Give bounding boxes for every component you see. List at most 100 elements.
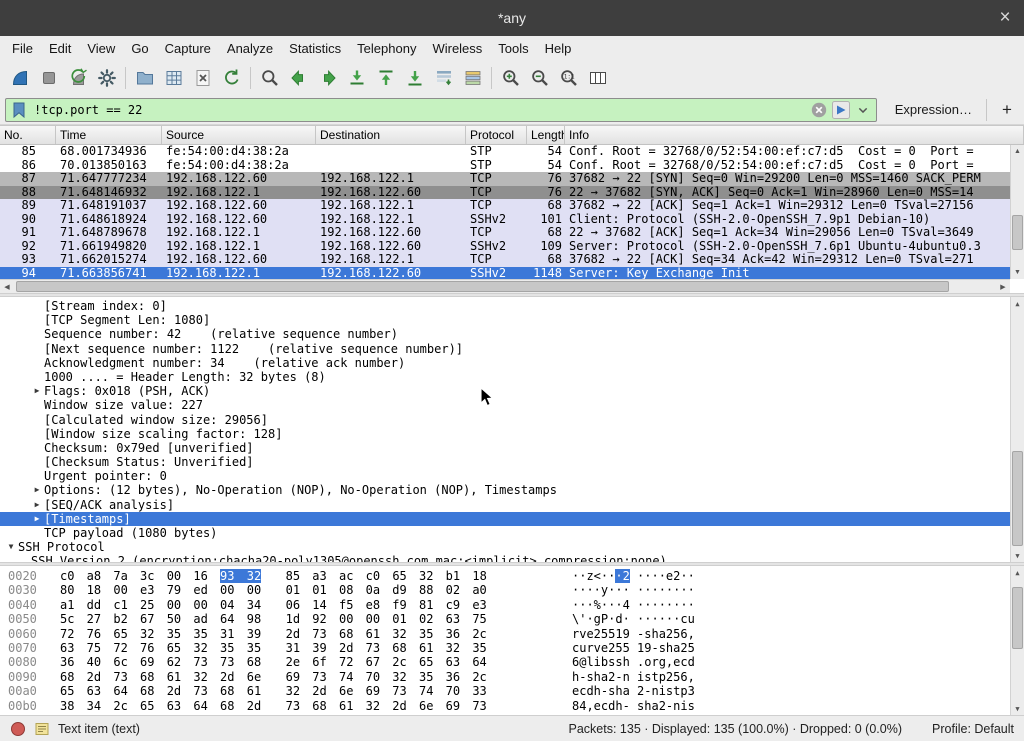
hex-row[interactable]: 006072 76 65 32 35 35 31 39 2d 73 68 61 …	[8, 627, 1010, 641]
hex-row[interactable]: 00b038 34 2c 65 63 64 68 2d 73 68 61 32 …	[8, 699, 1010, 713]
detail-line[interactable]: Urgent pointer: 0	[0, 469, 1010, 483]
column-header-destination[interactable]: Destination	[316, 126, 466, 144]
packet-row[interactable]: 9471.663856741192.168.122.1192.168.122.6…	[0, 267, 1010, 280]
colorize-packets-button[interactable]	[458, 64, 487, 93]
column-header-info[interactable]: Info	[565, 126, 1024, 144]
scroll-right-icon[interactable]: ▶	[996, 280, 1010, 293]
scroll-down-icon[interactable]: ▼	[1011, 549, 1024, 562]
packet-row[interactable]: 8670.013850163fe:54:00:d4:38:2aSTP54Conf…	[0, 159, 1010, 173]
detail-line[interactable]: ▶[SEQ/ACK analysis]	[0, 498, 1010, 512]
filter-dropdown-button[interactable]	[852, 99, 874, 121]
detail-line[interactable]: Window size value: 227	[0, 398, 1010, 412]
menu-tools[interactable]: Tools	[490, 38, 536, 59]
expert-info-icon[interactable]	[10, 721, 26, 737]
menu-statistics[interactable]: Statistics	[281, 38, 349, 59]
auto-scroll-button[interactable]	[429, 64, 458, 93]
close-file-button[interactable]	[188, 64, 217, 93]
restart-capture-button[interactable]	[63, 64, 92, 93]
go-forward-button[interactable]	[313, 64, 342, 93]
capture-comment-icon[interactable]	[34, 721, 50, 737]
hex-row[interactable]: 00a065 63 64 68 2d 73 68 61 32 2d 6e 69 …	[8, 684, 1010, 698]
expander-closed-icon[interactable]: ▶	[30, 483, 44, 497]
packet-row[interactable]: 9271.661949820192.168.122.1192.168.122.6…	[0, 240, 1010, 254]
scroll-left-icon[interactable]: ◀	[0, 280, 14, 293]
detail-line[interactable]: ▶Flags: 0x018 (PSH, ACK)	[0, 384, 1010, 398]
display-filter-field[interactable]	[5, 98, 877, 122]
detail-line[interactable]: [Window size scaling factor: 128]	[0, 427, 1010, 441]
menu-telephony[interactable]: Telephony	[349, 38, 424, 59]
packet-row[interactable]: 8771.647777234192.168.122.60192.168.122.…	[0, 172, 1010, 186]
hscroll-track[interactable]	[14, 280, 996, 293]
scrollbar-thumb[interactable]	[1012, 587, 1023, 650]
hex-row[interactable]: 008036 40 6c 69 62 73 73 68 2e 6f 72 67 …	[8, 655, 1010, 669]
scroll-up-icon[interactable]: ▲	[1011, 145, 1024, 158]
expander-closed-icon[interactable]: ▶	[30, 512, 44, 526]
profile-status[interactable]: Profile: Default	[932, 722, 1014, 736]
menu-edit[interactable]: Edit	[41, 38, 79, 59]
reload-button[interactable]	[217, 64, 246, 93]
detail-line[interactable]: 1000 .... = Header Length: 32 bytes (8)	[0, 370, 1010, 384]
scroll-down-icon[interactable]: ▼	[1011, 266, 1024, 279]
expander-closed-icon[interactable]: ▶	[30, 498, 44, 512]
scroll-up-icon[interactable]: ▲	[1011, 297, 1024, 310]
detail-line[interactable]: ▼SSH Protocol	[0, 540, 1010, 554]
go-first-packet-button[interactable]	[371, 64, 400, 93]
expander-open-icon[interactable]: ▼	[4, 540, 18, 554]
titlebar[interactable]: *any ×	[0, 0, 1024, 36]
hex-row[interactable]: 009068 2d 73 68 61 32 2d 6e 69 73 74 70 …	[8, 670, 1010, 684]
go-to-packet-button[interactable]	[342, 64, 371, 93]
menu-view[interactable]: View	[79, 38, 123, 59]
save-file-button[interactable]	[159, 64, 188, 93]
packet-row[interactable]: 9371.662015274192.168.122.60192.168.122.…	[0, 253, 1010, 267]
menu-file[interactable]: File	[4, 38, 41, 59]
detail-line[interactable]: ▶Options: (12 bytes), No-Operation (NOP)…	[0, 483, 1010, 497]
menu-go[interactable]: Go	[123, 38, 156, 59]
scroll-up-icon[interactable]: ▲	[1011, 566, 1024, 579]
zoom-out-button[interactable]	[525, 64, 554, 93]
hex-row[interactable]: 007063 75 72 76 65 32 35 35 31 39 2d 73 …	[8, 641, 1010, 655]
column-header-length[interactable]: Length	[527, 126, 565, 144]
detail-line[interactable]: [Next sequence number: 1122 (relative se…	[0, 342, 1010, 356]
scroll-down-icon[interactable]: ▼	[1011, 702, 1024, 715]
display-filter-input[interactable]	[30, 103, 808, 117]
packet-row[interactable]: 9171.648789678192.168.122.1192.168.122.6…	[0, 226, 1010, 240]
filter-apply-button[interactable]	[830, 99, 852, 121]
detail-line[interactable]: SSH Version 2 (encryption:chacha20-poly1…	[0, 554, 1010, 562]
detail-line[interactable]: Acknowledgment number: 34 (relative ack …	[0, 356, 1010, 370]
zoom-in-button[interactable]	[496, 64, 525, 93]
menu-help[interactable]: Help	[537, 38, 580, 59]
detail-line[interactable]: [Checksum Status: Unverified]	[0, 455, 1010, 469]
find-packet-button[interactable]	[255, 64, 284, 93]
hex-row[interactable]: 00505c 27 b2 67 50 ad 64 98 1d 92 00 00 …	[8, 612, 1010, 626]
column-header-source[interactable]: Source	[162, 126, 316, 144]
scrollbar-thumb[interactable]	[1012, 215, 1023, 250]
details-vscrollbar[interactable]: ▲ ▼	[1010, 297, 1024, 562]
close-window-button[interactable]: ×	[992, 0, 1018, 36]
go-last-packet-button[interactable]	[400, 64, 429, 93]
detail-line[interactable]: [Calculated window size: 29056]	[0, 413, 1010, 427]
detail-line[interactable]: Checksum: 0x79ed [unverified]	[0, 441, 1010, 455]
detail-line[interactable]: TCP payload (1080 bytes)	[0, 526, 1010, 540]
detail-line[interactable]: [TCP Segment Len: 1080]	[0, 313, 1010, 327]
hex-row[interactable]: 0020c0 a8 7a 3c 00 16 93 32 85 a3 ac c0 …	[8, 569, 1010, 583]
packet-row[interactable]: 8871.648146932192.168.122.1192.168.122.6…	[0, 186, 1010, 200]
hex-row[interactable]: 0040a1 dd c1 25 00 00 04 34 06 14 f5 e8 …	[8, 598, 1010, 612]
packet-row[interactable]: 8971.648191037192.168.122.60192.168.122.…	[0, 199, 1010, 213]
expander-closed-icon[interactable]: ▶	[30, 384, 44, 398]
detail-line[interactable]: ▶[Timestamps]	[0, 512, 1010, 526]
expression-button[interactable]: Expression…	[885, 102, 982, 117]
capture-options-button[interactable]	[92, 64, 121, 93]
bytes-vscrollbar[interactable]: ▲ ▼	[1010, 566, 1024, 715]
filter-bookmark-icon[interactable]	[8, 99, 30, 121]
detail-line[interactable]: [Stream index: 0]	[0, 299, 1010, 313]
go-back-button[interactable]	[284, 64, 313, 93]
menu-capture[interactable]: Capture	[157, 38, 219, 59]
menu-analyze[interactable]: Analyze	[219, 38, 281, 59]
scrollbar-thumb[interactable]	[1012, 451, 1023, 546]
packet-list-hscrollbar[interactable]: ◀ ▶	[0, 279, 1010, 293]
scrollbar-thumb[interactable]	[16, 281, 949, 292]
hex-row[interactable]: 003080 18 00 e3 79 ed 00 00 01 01 08 0a …	[8, 583, 1010, 597]
detail-line[interactable]: Sequence number: 42 (relative sequence n…	[0, 327, 1010, 341]
filter-clear-button[interactable]	[808, 99, 830, 121]
open-file-button[interactable]	[130, 64, 159, 93]
